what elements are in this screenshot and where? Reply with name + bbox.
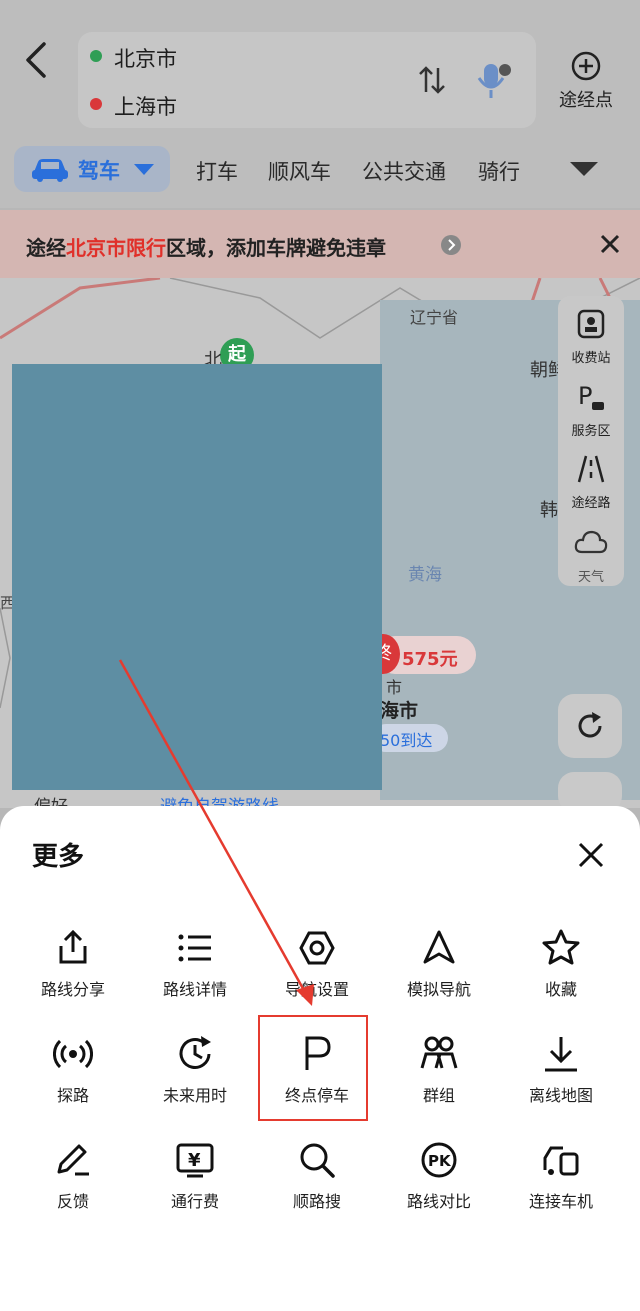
highlight-box [258,1015,368,1121]
